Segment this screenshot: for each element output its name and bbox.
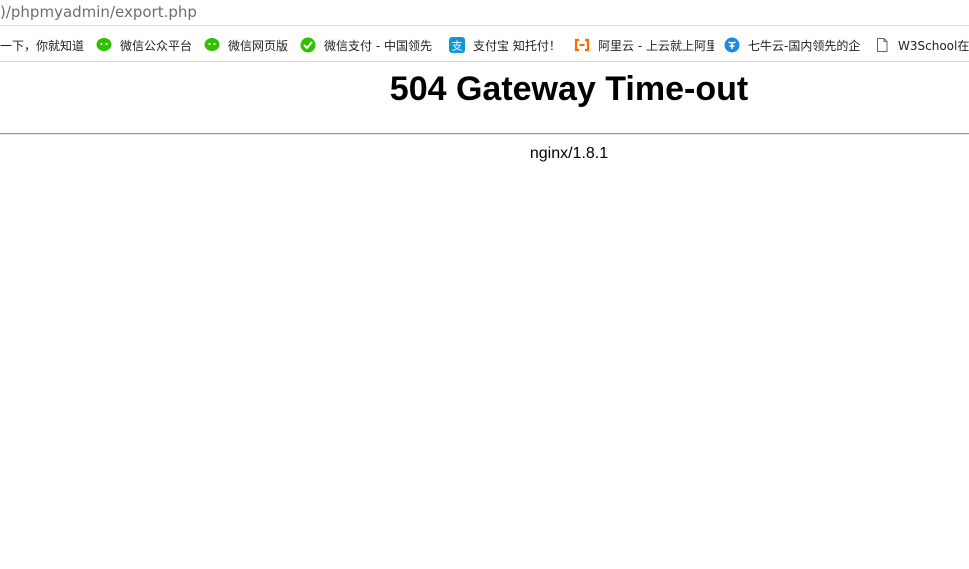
bookmark-label: W3School在 <box>898 38 969 53</box>
qiniu-icon <box>724 37 740 53</box>
bookmark-label: 微信网页版 <box>228 38 289 53</box>
bookmark-alipay[interactable]: 支 支付宝 知托付！ <box>449 36 565 54</box>
svg-text:支: 支 <box>452 40 463 53</box>
bookmark-w3school[interactable]: W3School在 <box>874 36 969 54</box>
bookmark-label: 七牛云-国内领先的企 <box>748 38 861 53</box>
bookmark-label: 支付宝 知托付！ <box>473 38 561 53</box>
divider <box>0 133 969 135</box>
bookmark-label: 微信公众平台 <box>120 38 193 53</box>
wechat-icon <box>96 37 112 53</box>
wechat-pay-icon <box>300 37 316 53</box>
server-version: nginx/1.8.1 <box>529 145 609 162</box>
aliyun-icon <box>574 37 590 53</box>
address-bar[interactable]: )/phpmyadmin/export.php <box>0 0 969 26</box>
bookmark-qiniu[interactable]: 七牛云-国内领先的企 <box>724 36 864 54</box>
bookmark-label: 阿里云 - 上云就上阿里 <box>598 38 714 53</box>
page-title: 504 Gateway Time-out <box>389 70 749 108</box>
bookmark-label: 一下，你就知道 <box>0 38 85 53</box>
bookmark-baidu[interactable]: 一下，你就知道 <box>0 36 86 54</box>
alipay-icon: 支 <box>449 37 465 53</box>
wechat-icon <box>204 37 220 53</box>
bookmark-wechat-pay[interactable]: 微信支付 - 中国领先 <box>300 36 438 54</box>
bookmark-label: 微信支付 - 中国领先 <box>324 38 432 53</box>
error-page: 504 Gateway Time-out nginx/1.8.1 <box>0 62 969 569</box>
bookmark-aliyun[interactable]: 阿里云 - 上云就上阿里 <box>574 36 714 54</box>
page-icon <box>874 37 890 53</box>
bookmarks-bar: 一下，你就知道 微信公众平台 微信网页版 微信支付 - 中国领先 支 支付宝 知… <box>0 26 969 62</box>
bookmark-wechat-mp[interactable]: 微信公众平台 <box>96 36 196 54</box>
bookmark-wechat-web[interactable]: 微信网页版 <box>204 36 294 54</box>
url-text[interactable]: )/phpmyadmin/export.php <box>0 3 197 21</box>
